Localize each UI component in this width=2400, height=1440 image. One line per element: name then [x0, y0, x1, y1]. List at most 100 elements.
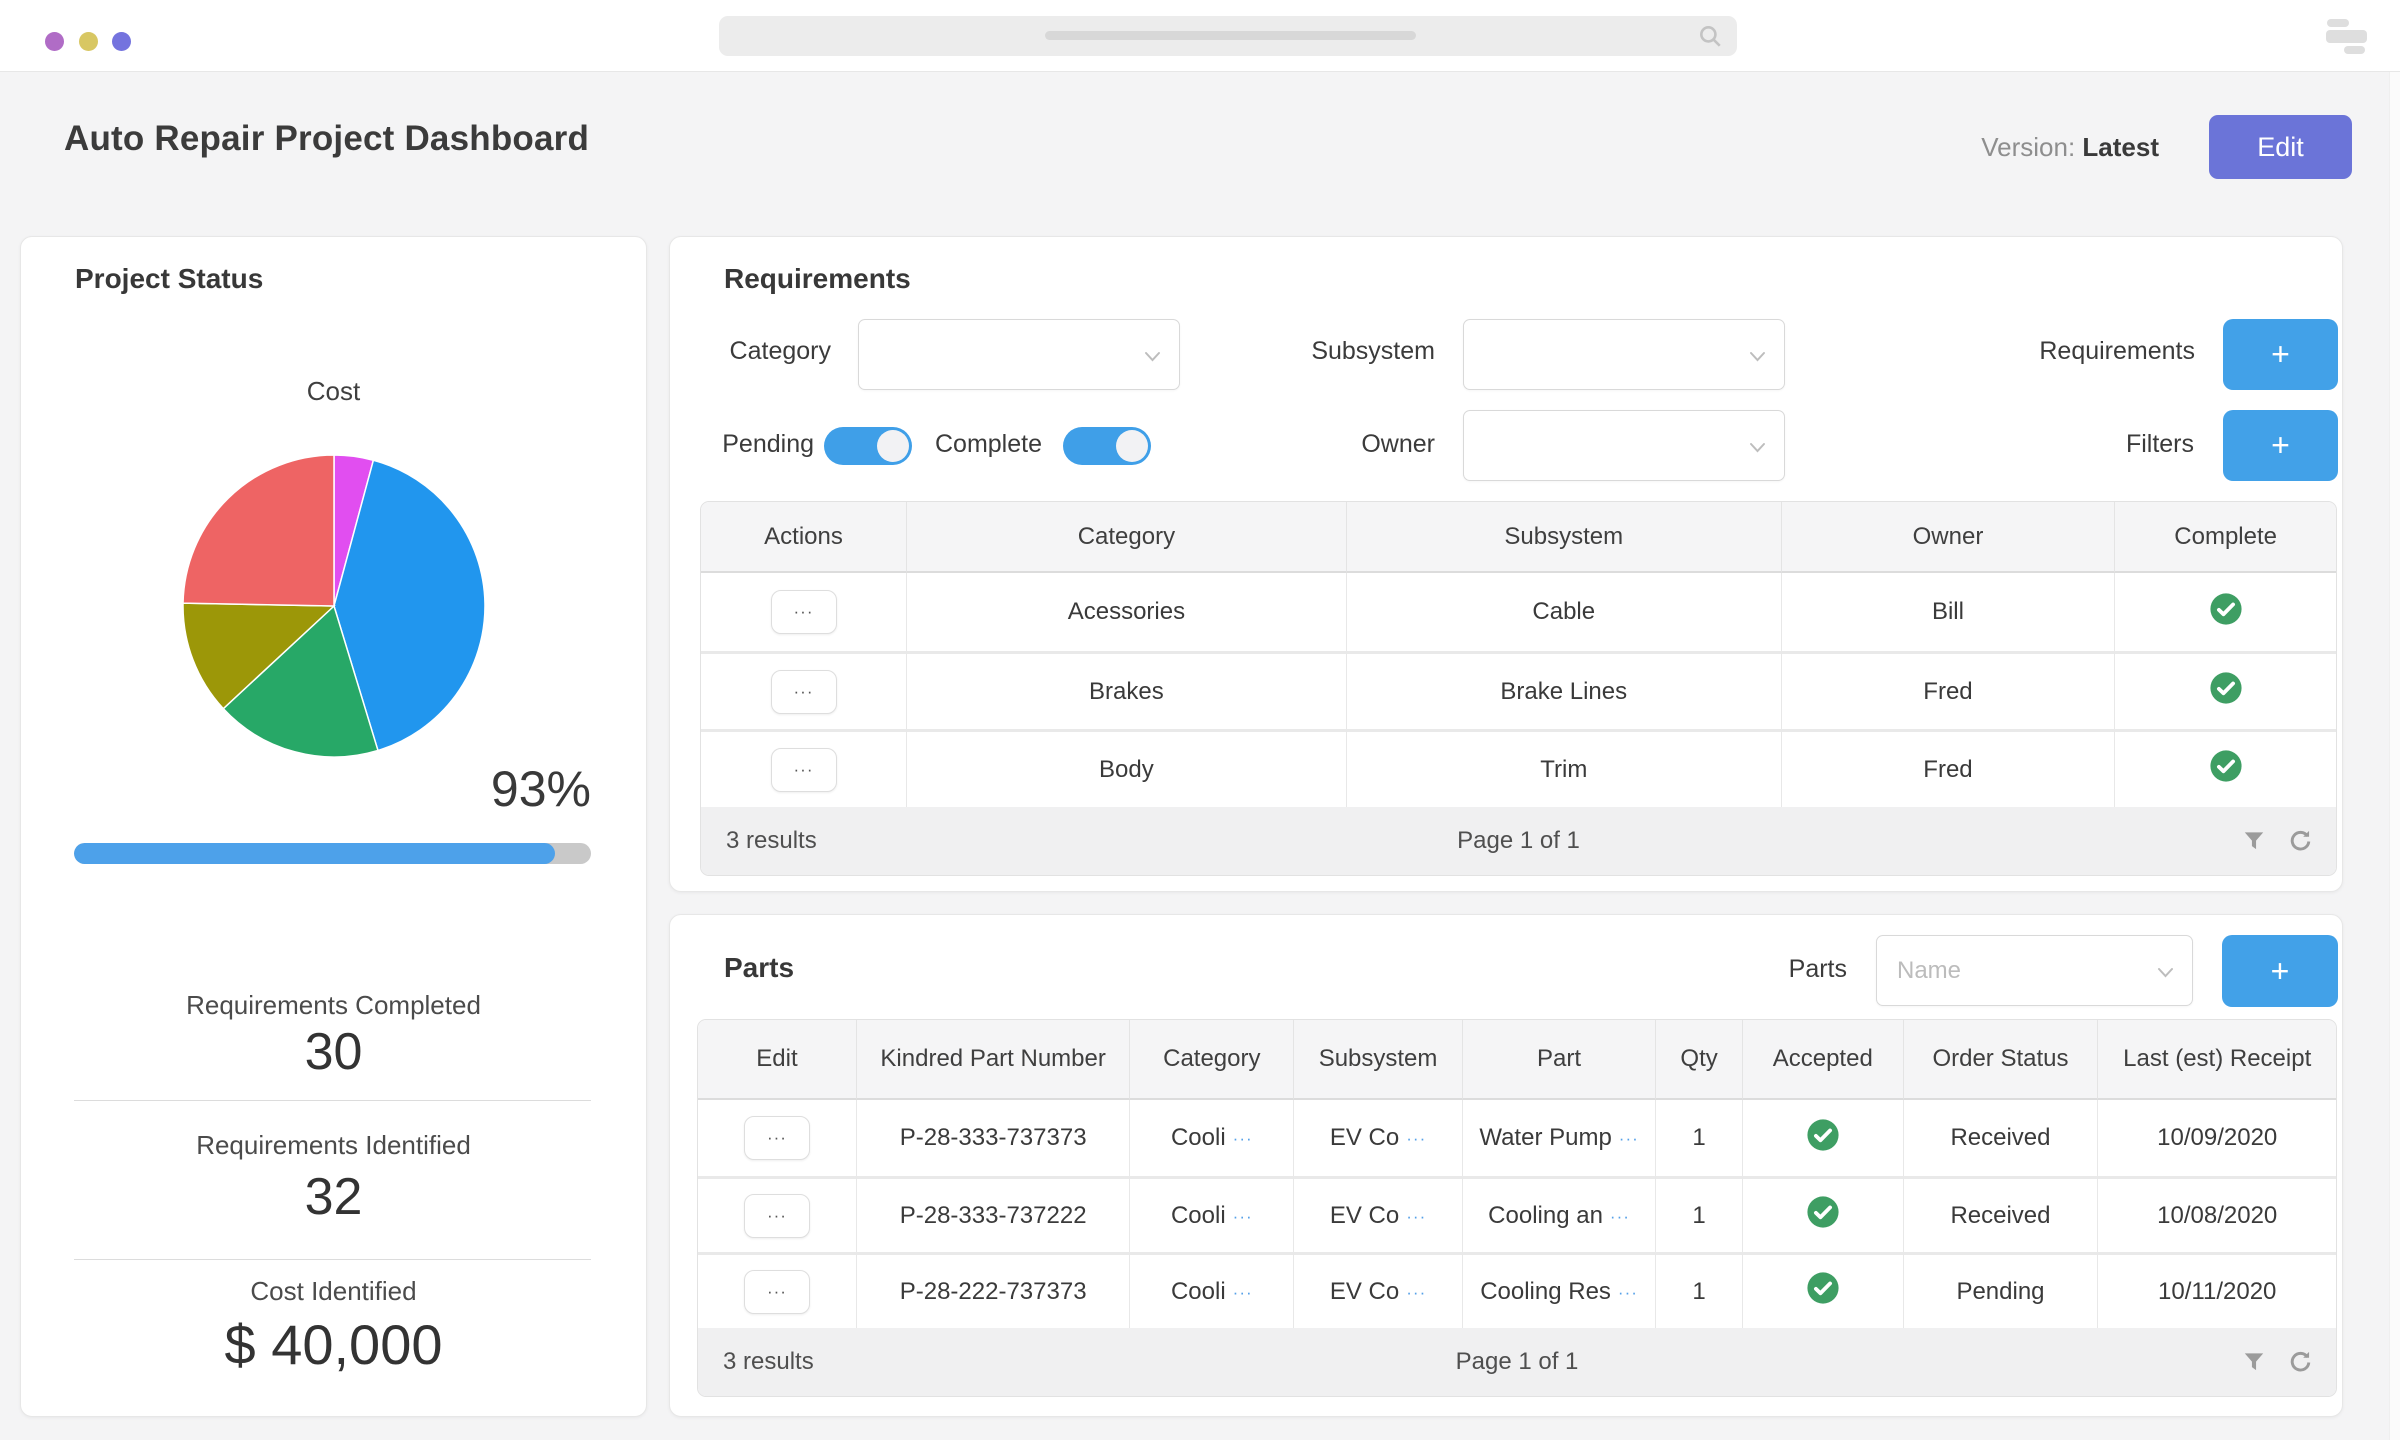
category-cell: Body [907, 729, 1347, 807]
order-status-cell: Received [1904, 1176, 2099, 1252]
parts-name-placeholder: Name [1897, 957, 1961, 985]
stat-label: Requirements Identified [21, 1130, 646, 1161]
refresh-icon[interactable] [2287, 828, 2314, 855]
edit-button[interactable]: Edit [2209, 115, 2352, 179]
complete-cell [2115, 729, 2336, 807]
parts-table: EditKindred Part NumberCategorySubsystem… [697, 1019, 2337, 1397]
table-row: ···BrakesBrake LinesFred [701, 651, 2336, 729]
part-number-cell: P-28-333-737373 [857, 1100, 1131, 1176]
cell-text: Cooling an [1488, 1202, 1603, 1229]
requirements-panel: Requirements Category Subsystem Requirem… [669, 236, 2343, 892]
column-header[interactable]: Actions [701, 502, 907, 573]
address-search-bar[interactable] [719, 16, 1737, 56]
actions-cell: ··· [701, 651, 907, 729]
edit-cell: ··· [698, 1100, 857, 1176]
truncated-ellipsis-icon[interactable]: ··· [1619, 1129, 1639, 1148]
column-header[interactable]: Owner [1782, 502, 2116, 573]
truncated-ellipsis-icon[interactable]: ··· [1406, 1283, 1426, 1302]
column-header[interactable]: Last (est) Receipt [2098, 1020, 2336, 1100]
truncated-ellipsis-icon[interactable]: ··· [1610, 1207, 1630, 1226]
accepted-cell [1743, 1252, 1904, 1328]
project-status-title: Project Status [75, 263, 263, 295]
complete-toggle[interactable] [1063, 427, 1151, 465]
accepted-check-icon [1806, 1284, 1840, 1311]
truncated-ellipsis-icon[interactable]: ··· [1406, 1207, 1426, 1226]
page-title: Auto Repair Project Dashboard [64, 119, 589, 159]
column-header[interactable]: Accepted [1743, 1020, 1904, 1100]
column-header[interactable]: Category [907, 502, 1347, 573]
table-row: ···BodyTrimFred [701, 729, 2336, 807]
category-cell: Cooli··· [1130, 1252, 1294, 1328]
filter-funnel-icon[interactable] [2241, 1349, 2267, 1375]
table-row: ···P-28-222-737373Cooli···EV Co···Coolin… [698, 1252, 2336, 1328]
add-requirement-label: Requirements [1920, 337, 2195, 366]
url-placeholder-line [1045, 31, 1416, 40]
version-value: Latest [2082, 132, 2159, 162]
truncated-ellipsis-icon[interactable]: ··· [1233, 1207, 1253, 1226]
column-header[interactable]: Kindred Part Number [857, 1020, 1131, 1100]
truncated-ellipsis-icon[interactable]: ··· [1233, 1283, 1253, 1302]
chevron-down-icon [2157, 965, 2174, 983]
column-header[interactable]: Order Status [1904, 1020, 2099, 1100]
cell-text: Cooli [1171, 1124, 1226, 1151]
subsystem-cell: Brake Lines [1347, 651, 1782, 729]
owner-cell: Fred [1782, 651, 2116, 729]
edit-cell: ··· [698, 1176, 857, 1252]
order-status-cell: Pending [1904, 1252, 2099, 1328]
table-row: ···P-28-333-737222Cooli···EV Co···Coolin… [698, 1176, 2336, 1252]
column-header[interactable]: Qty [1656, 1020, 1743, 1100]
column-header[interactable]: Part [1463, 1020, 1656, 1100]
progress-bar-fill [74, 843, 555, 864]
truncated-ellipsis-icon[interactable]: ··· [1618, 1283, 1638, 1302]
toggle-knob [1116, 430, 1148, 462]
refresh-icon[interactable] [2287, 1349, 2314, 1376]
row-edit-button[interactable]: ··· [744, 1194, 810, 1238]
row-edit-button[interactable]: ··· [744, 1116, 810, 1160]
row-actions-button[interactable]: ··· [771, 670, 837, 714]
parts-title: Parts [724, 952, 794, 984]
subsystem-select[interactable] [1463, 319, 1785, 390]
window-dot-yellow[interactable] [79, 32, 98, 51]
part-number-cell: P-28-222-737373 [857, 1252, 1131, 1328]
column-header[interactable]: Subsystem [1347, 502, 1782, 573]
row-edit-button[interactable]: ··· [744, 1270, 810, 1314]
progress-percent: 93% [491, 760, 591, 818]
page-header: Auto Repair Project Dashboard Version: L… [0, 72, 2400, 236]
accepted-check-icon [1806, 1208, 1840, 1235]
owner-cell: Fred [1782, 729, 2116, 807]
scrollbar-track[interactable] [2389, 72, 2400, 1440]
row-actions-button[interactable]: ··· [771, 590, 837, 634]
column-header[interactable]: Complete [2115, 502, 2336, 573]
parts-name-select[interactable]: Name [1876, 935, 2193, 1006]
window-dot-blue[interactable] [112, 32, 131, 51]
truncated-ellipsis-icon[interactable]: ··· [1233, 1129, 1253, 1148]
pie-chart-title: Cost [21, 376, 646, 407]
category-cell: Cooli ··· [1130, 1100, 1294, 1176]
complete-check-icon [2209, 684, 2243, 711]
add-part-button[interactable]: + [2222, 935, 2338, 1007]
receipt-date-cell: 10/11/2020 [2098, 1252, 2336, 1328]
cell-text: EV Co [1330, 1202, 1399, 1229]
owner-filter-label: Owner [1210, 430, 1435, 459]
complete-check-icon [2209, 605, 2243, 632]
owner-select[interactable] [1463, 410, 1785, 481]
complete-cell [2115, 651, 2336, 729]
owner-cell: Bill [1782, 573, 2116, 651]
cell-text: Water Pump [1479, 1124, 1611, 1151]
search-icon[interactable] [1697, 23, 1723, 54]
stat-value: $ 40,000 [21, 1312, 646, 1377]
truncated-ellipsis-icon[interactable]: ··· [1406, 1129, 1426, 1148]
category-select[interactable] [858, 319, 1180, 390]
row-actions-button[interactable]: ··· [771, 748, 837, 792]
results-count: 3 results [726, 827, 817, 855]
results-count: 3 results [723, 1348, 814, 1376]
column-header[interactable]: Edit [698, 1020, 857, 1100]
column-header[interactable]: Subsystem [1294, 1020, 1463, 1100]
pie-slice [183, 455, 334, 606]
add-requirement-button[interactable]: + [2223, 319, 2338, 390]
window-dot-purple[interactable] [45, 32, 64, 51]
add-filter-button[interactable]: + [2223, 410, 2338, 481]
column-header[interactable]: Category [1130, 1020, 1294, 1100]
filter-funnel-icon[interactable] [2241, 828, 2267, 854]
menu-icon[interactable] [2326, 19, 2367, 54]
